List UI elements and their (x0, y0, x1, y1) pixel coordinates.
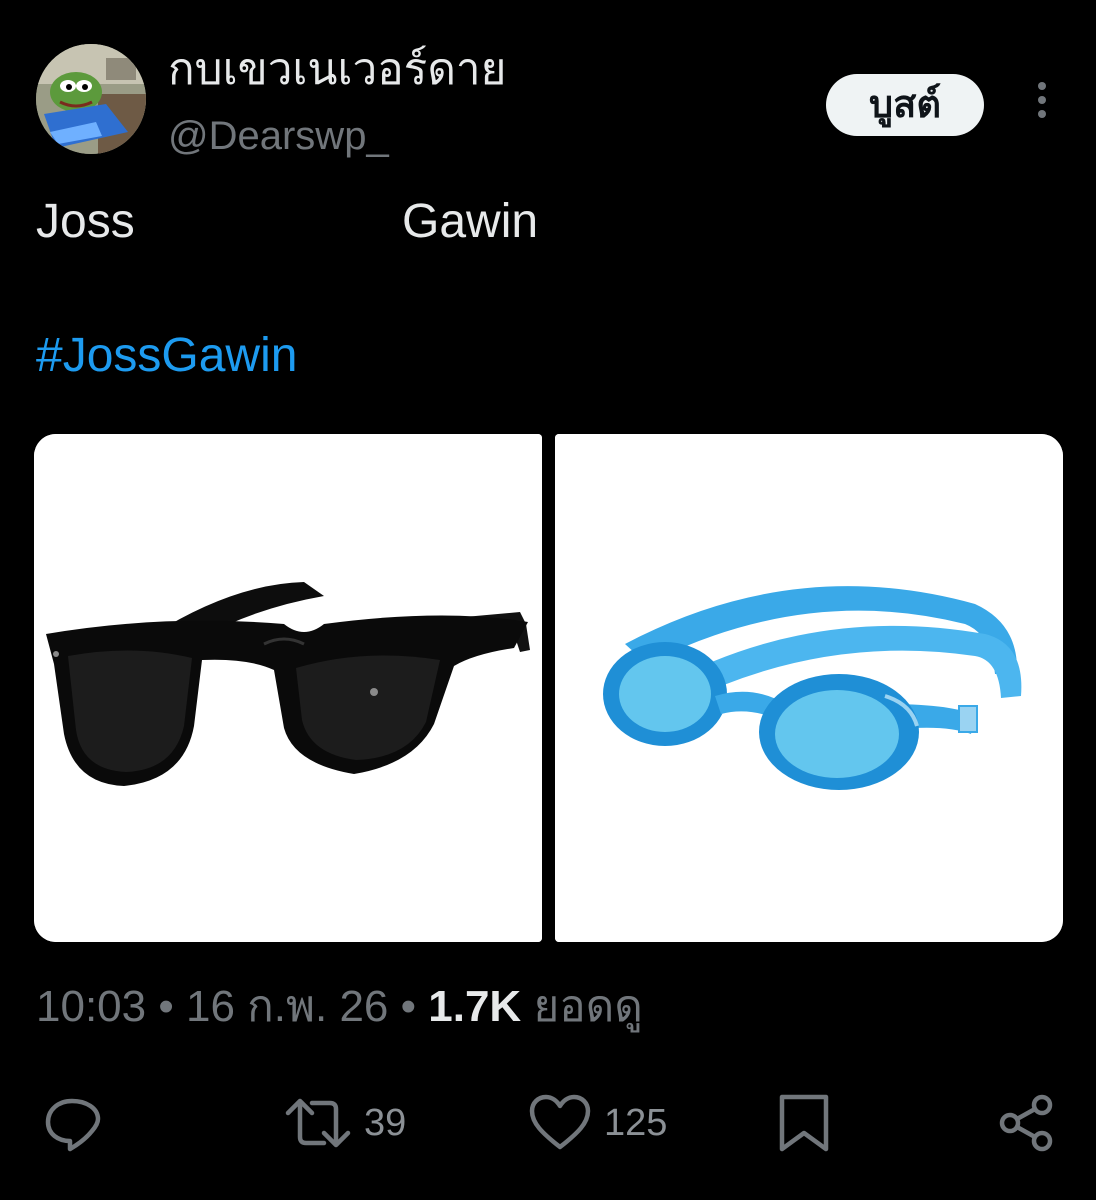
tweet-text-left: Joss (36, 195, 135, 248)
like-count: 125 (604, 1101, 668, 1144)
separator-dot: • (388, 982, 429, 1031)
more-options-button[interactable] (1022, 78, 1062, 122)
tweet-meta: 10:03 • 16 ก.พ. 26 • 1.7K ยอดดู (36, 978, 643, 1036)
share-button[interactable] (996, 1090, 1056, 1156)
reply-button[interactable] (42, 1090, 102, 1156)
heart-icon (529, 1094, 591, 1150)
boost-button[interactable]: บูสต์ (826, 74, 984, 136)
views-count: 1.7K (428, 982, 522, 1031)
author-display-name[interactable]: กบเขวเนเวอร์ดาย (168, 44, 506, 96)
avatar[interactable] (36, 44, 146, 154)
tweet-time[interactable]: 10:03 (36, 982, 146, 1031)
tweet-date[interactable]: 16 ก.พ. 26 (186, 982, 388, 1031)
media-image-goggles[interactable] (555, 434, 1063, 942)
bookmark-icon (779, 1094, 829, 1152)
sunglasses-image (34, 434, 542, 942)
tweet-text: Joss Gawin (36, 192, 538, 252)
share-icon (999, 1094, 1053, 1152)
action-bar: 39 125 (0, 1090, 1096, 1156)
media-image-sunglasses[interactable] (34, 434, 542, 942)
like-button[interactable]: 125 (528, 1090, 667, 1156)
reply-icon (45, 1098, 101, 1152)
swim-goggles-image (555, 434, 1063, 942)
frog-avatar-image (36, 44, 146, 154)
bookmark-button[interactable] (776, 1090, 832, 1156)
author-handle[interactable]: @Dearswp_ (168, 112, 389, 160)
repost-count: 39 (364, 1101, 407, 1144)
more-vertical-icon (1038, 82, 1046, 118)
hashtag-link[interactable]: #JossGawin (36, 326, 297, 386)
repost-icon (285, 1098, 351, 1148)
separator-dot: • (146, 982, 186, 1031)
views-label: ยอดดู (521, 982, 643, 1031)
tweet-text-right: Gawin (402, 195, 539, 248)
repost-button[interactable]: 39 (284, 1090, 406, 1156)
